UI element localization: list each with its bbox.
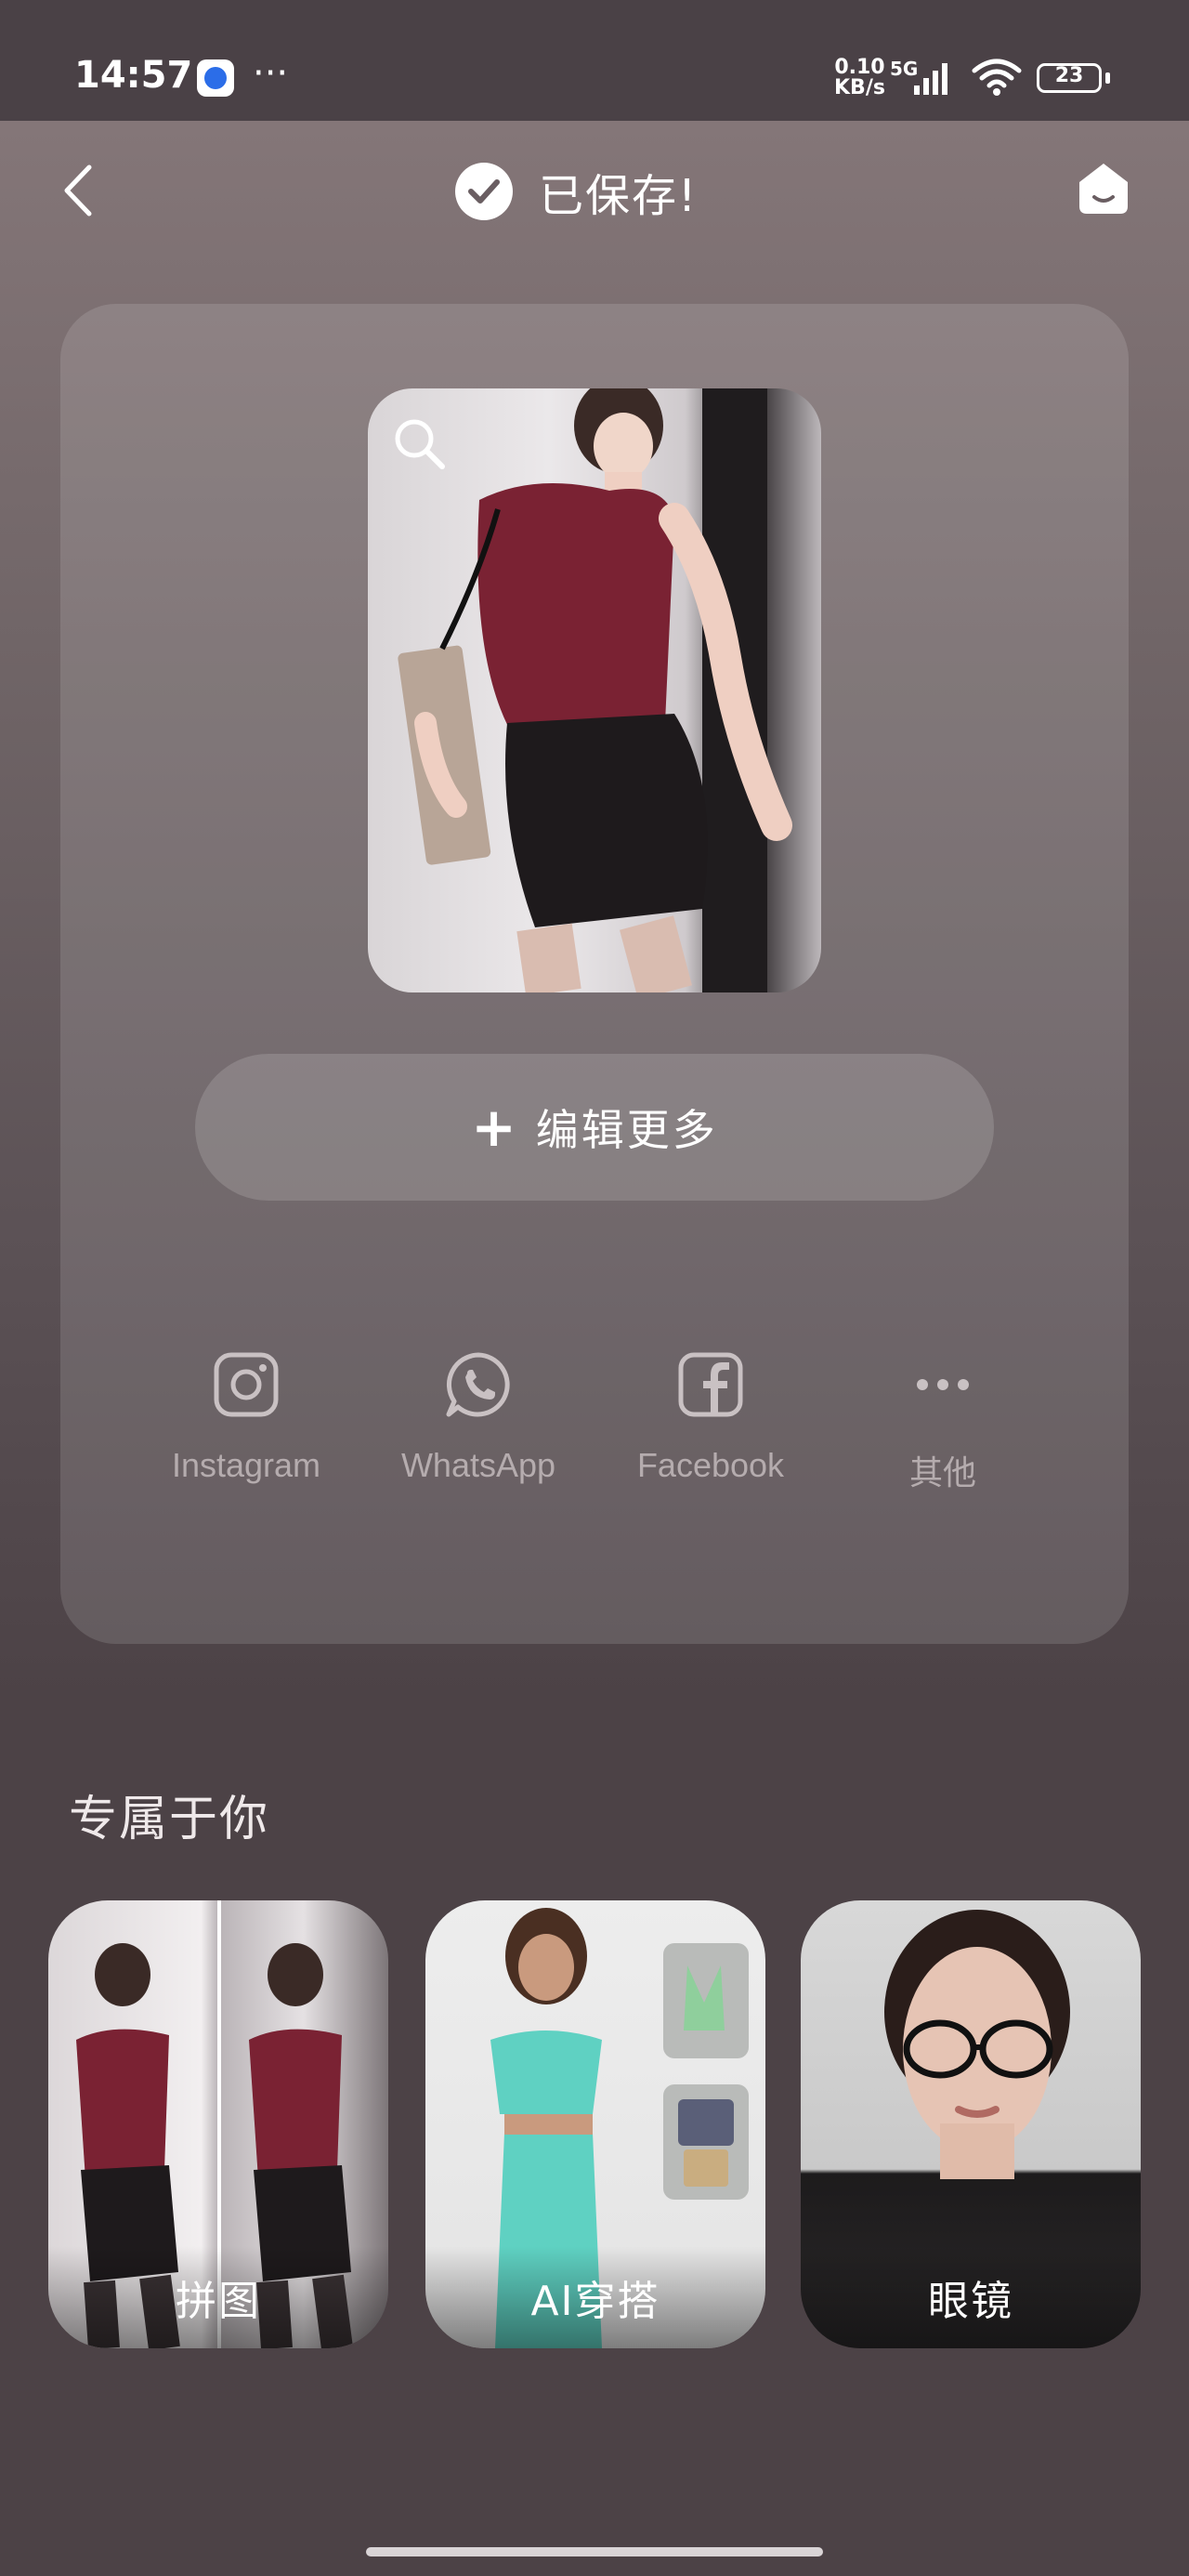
share-other[interactable]: 其他 xyxy=(827,1347,1059,1494)
share-facebook-label: Facebook xyxy=(636,1446,785,1484)
feature-glasses[interactable]: 眼镜 xyxy=(801,1900,1141,2348)
edit-more-button[interactable]: + 编辑更多 xyxy=(195,1054,994,1201)
signal-icon xyxy=(914,63,947,95)
status-more-icon: ··· xyxy=(253,52,289,95)
feature-collage-label: 拼图 xyxy=(48,2246,388,2348)
status-bar: 14:57 ··· 0.10 KB/s 5G 23 xyxy=(0,0,1189,121)
more-dots-icon xyxy=(917,1379,969,1390)
battery-icon: 23 xyxy=(1037,63,1102,93)
share-instagram-label: Instagram xyxy=(171,1446,321,1484)
share-whatsapp[interactable]: WhatsApp xyxy=(362,1347,594,1485)
network-speed-unit: KB/s xyxy=(834,76,885,99)
feature-ai-outfit-label: AI穿搭 xyxy=(425,2246,765,2348)
share-instagram[interactable]: Instagram xyxy=(130,1347,362,1485)
share-other-label: 其他 xyxy=(908,1453,976,1492)
check-circle-icon xyxy=(455,163,513,220)
feature-ai-outfit[interactable]: AI穿搭 xyxy=(425,1900,765,2348)
top-nav: 已保存! xyxy=(0,121,1189,260)
instagram-icon xyxy=(214,1352,279,1417)
feature-collage[interactable]: 拼图 xyxy=(48,1900,388,2348)
page-title: 已保存! xyxy=(539,170,699,222)
home-icon[interactable] xyxy=(1074,158,1133,217)
wifi-icon xyxy=(972,59,1022,96)
share-whatsapp-label: WhatsApp xyxy=(400,1446,556,1484)
network-speed: 0.10 KB/s xyxy=(834,58,885,99)
saved-image-preview[interactable] xyxy=(368,388,821,992)
edit-more-label: 编辑更多 xyxy=(535,1105,718,1155)
battery-level: 23 xyxy=(1054,64,1084,87)
network-speed-value: 0.10 xyxy=(834,56,885,79)
whatsapp-icon xyxy=(446,1352,510,1417)
for-you-title: 专属于你 xyxy=(69,1792,270,1847)
zoom-icon[interactable] xyxy=(390,414,450,474)
facebook-icon xyxy=(678,1352,743,1417)
plus-icon: + xyxy=(471,1096,519,1159)
back-icon[interactable] xyxy=(56,158,102,223)
home-indicator[interactable] xyxy=(366,2547,823,2556)
share-facebook[interactable]: Facebook xyxy=(594,1347,827,1485)
saved-photo xyxy=(398,388,792,992)
notification-app-icon xyxy=(197,59,234,97)
share-row: Instagram WhatsApp Facebook 其他 xyxy=(130,1347,1059,1505)
status-time: 14:57 xyxy=(74,54,193,97)
battery-tip xyxy=(1105,72,1110,84)
feature-glasses-label: 眼镜 xyxy=(801,2246,1141,2348)
saved-status: 已保存! xyxy=(455,162,699,222)
